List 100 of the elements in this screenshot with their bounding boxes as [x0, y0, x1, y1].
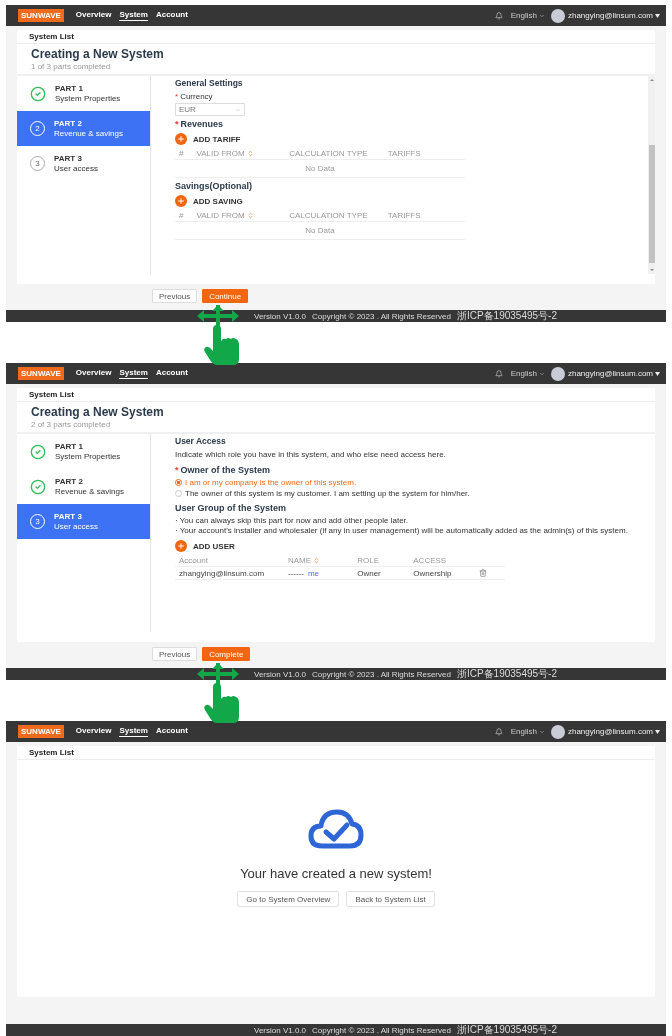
progress-text: 2 of 3 parts completed	[31, 420, 112, 429]
plus-icon	[175, 133, 187, 145]
caret-icon	[655, 371, 660, 376]
license-text: 浙ICP备19035495号-2	[456, 309, 557, 323]
avatar	[550, 8, 565, 23]
nav-link[interactable]: Overview	[75, 726, 112, 737]
step-item[interactable]: 3 PART 3 User access	[17, 504, 150, 539]
page-title: Creating a New System	[31, 405, 165, 419]
nav-button[interactable]: Back to System List	[346, 891, 435, 907]
table-cell-text: Owner	[356, 568, 382, 578]
table-cell-text: Ownership	[412, 568, 453, 578]
nav-button[interactable]: Go to System Overview	[237, 891, 340, 907]
me-tag[interactable]: me	[307, 568, 319, 578]
user-menu[interactable]: zhangying@linsum.com	[567, 11, 660, 20]
language-dropdown[interactable]: English	[510, 11, 545, 20]
step-part: PART 3	[54, 154, 83, 163]
caret-icon	[655, 729, 660, 734]
currency-select[interactable]: EUR	[175, 103, 245, 116]
step-name: Revenue & savings	[54, 129, 123, 138]
column-header: TARIFFS	[386, 210, 422, 220]
bell-icon[interactable]	[494, 369, 503, 378]
table-cell-text: zhangying@linsum.com	[178, 568, 266, 578]
step-name: System Properties	[55, 452, 121, 461]
sort-icon[interactable]	[313, 556, 320, 564]
column-header: TARIFFS	[386, 148, 422, 158]
field-label: * Currency	[175, 92, 214, 101]
step-name: Revenue & savings	[55, 487, 124, 496]
bell-icon[interactable]	[494, 727, 503, 736]
license-text: 浙ICP备19035495号-2	[456, 667, 557, 681]
add-button[interactable]: ADD USER	[175, 540, 655, 552]
section-heading: * Owner of the System	[175, 465, 272, 475]
trash-icon[interactable]	[478, 569, 487, 577]
radio-option[interactable]: The owner of this system is my customer. I am setting up the system for him/her.	[175, 489, 655, 498]
column-header: #	[178, 210, 185, 220]
version-text: Version V1.0.0	[254, 669, 307, 679]
empty-text: No Data	[175, 160, 465, 178]
plus-icon	[175, 540, 187, 552]
add-button[interactable]: ADD SAVING	[175, 195, 648, 207]
nav-link[interactable]: Overview	[75, 368, 112, 379]
secondary-button[interactable]: Previous	[152, 647, 198, 661]
language-dropdown[interactable]: English	[510, 727, 545, 736]
add-button[interactable]: ADD TARIFF	[175, 133, 648, 145]
nav-link[interactable]: Account	[155, 10, 188, 21]
step-name: System Properties	[55, 94, 121, 103]
empty-text: No Data	[175, 222, 465, 240]
plus-icon	[175, 195, 187, 207]
step-name: User access	[54, 164, 98, 173]
column-header: CALCULATION TYPE	[288, 148, 369, 158]
sort-icon[interactable]	[246, 211, 254, 219]
progress-text: 1 of 3 parts completed	[31, 62, 112, 71]
column-header: ACCESS	[412, 555, 448, 565]
license-text: 浙ICP备19035495号-2	[456, 1023, 557, 1036]
avatar	[550, 724, 565, 739]
page-title: Creating a New System	[31, 47, 165, 61]
language-dropdown[interactable]: English	[510, 369, 545, 378]
column-header: ROLE	[356, 555, 380, 565]
step-part: PART 2	[55, 477, 84, 486]
section-heading: * Revenues	[175, 119, 225, 129]
nav-link[interactable]: Account	[155, 726, 188, 737]
column-header: #	[178, 148, 185, 158]
nav-link[interactable]: System	[119, 368, 148, 379]
nav-link[interactable]: Overview	[75, 10, 112, 21]
success-message: Your have created a new system!	[240, 866, 432, 881]
step-part: PART 2	[54, 119, 83, 128]
copyright-text: Copyright © 2023 . All Rights Reserved	[312, 311, 451, 321]
column-header: CALCULATION TYPE	[288, 210, 369, 220]
secondary-button[interactable]: Previous	[152, 289, 198, 303]
cloud-check-icon	[308, 808, 364, 850]
nav-link[interactable]: System	[119, 10, 148, 21]
user-menu[interactable]: zhangying@linsum.com	[567, 369, 660, 378]
nav-link[interactable]: Account	[155, 368, 188, 379]
caret-icon	[655, 13, 660, 18]
breadcrumb: System List	[17, 746, 655, 760]
column-header: VALID FROM	[192, 148, 286, 158]
logo: SUNWAVE	[18, 367, 64, 380]
step-part: PART 1	[55, 84, 84, 93]
column-header: VALID FROM	[192, 210, 286, 220]
chevron-down-icon	[235, 106, 241, 113]
section-heading: Savings(Optional)	[175, 181, 253, 191]
step-item[interactable]: 2 PART 2 Revenue & savings	[17, 111, 150, 146]
bullet-text: · Your account's installer and wholesaler (if any in user management) will be automatically added as the admin(s) of this system.	[175, 526, 629, 535]
section-title: User Access	[175, 436, 227, 446]
avatar	[550, 366, 565, 381]
step-part: PART 3	[54, 512, 83, 521]
nav-link[interactable]: System	[119, 726, 148, 737]
copyright-text: Copyright © 2023 . All Rights Reserved	[312, 1025, 451, 1035]
description-text: Indicate which role you have in this system, and who else need access here.	[175, 450, 447, 459]
bullet-text: · You can always skip this part for now and add other people later.	[175, 516, 410, 525]
step-name: User access	[54, 522, 98, 531]
chevron-down-icon	[538, 12, 545, 19]
bell-icon[interactable]	[494, 11, 503, 20]
sort-icon[interactable]	[246, 149, 254, 157]
column-header: NAME	[283, 555, 354, 565]
logo: SUNWAVE	[18, 725, 64, 738]
section-title: General Settings	[175, 78, 244, 88]
step-part: PART 1	[55, 442, 84, 451]
user-menu[interactable]: zhangying@linsum.com	[567, 727, 660, 736]
section-heading: User Group of the System	[175, 503, 288, 513]
table-cell-text: ------ me	[286, 568, 320, 578]
chevron-down-icon	[538, 728, 545, 735]
